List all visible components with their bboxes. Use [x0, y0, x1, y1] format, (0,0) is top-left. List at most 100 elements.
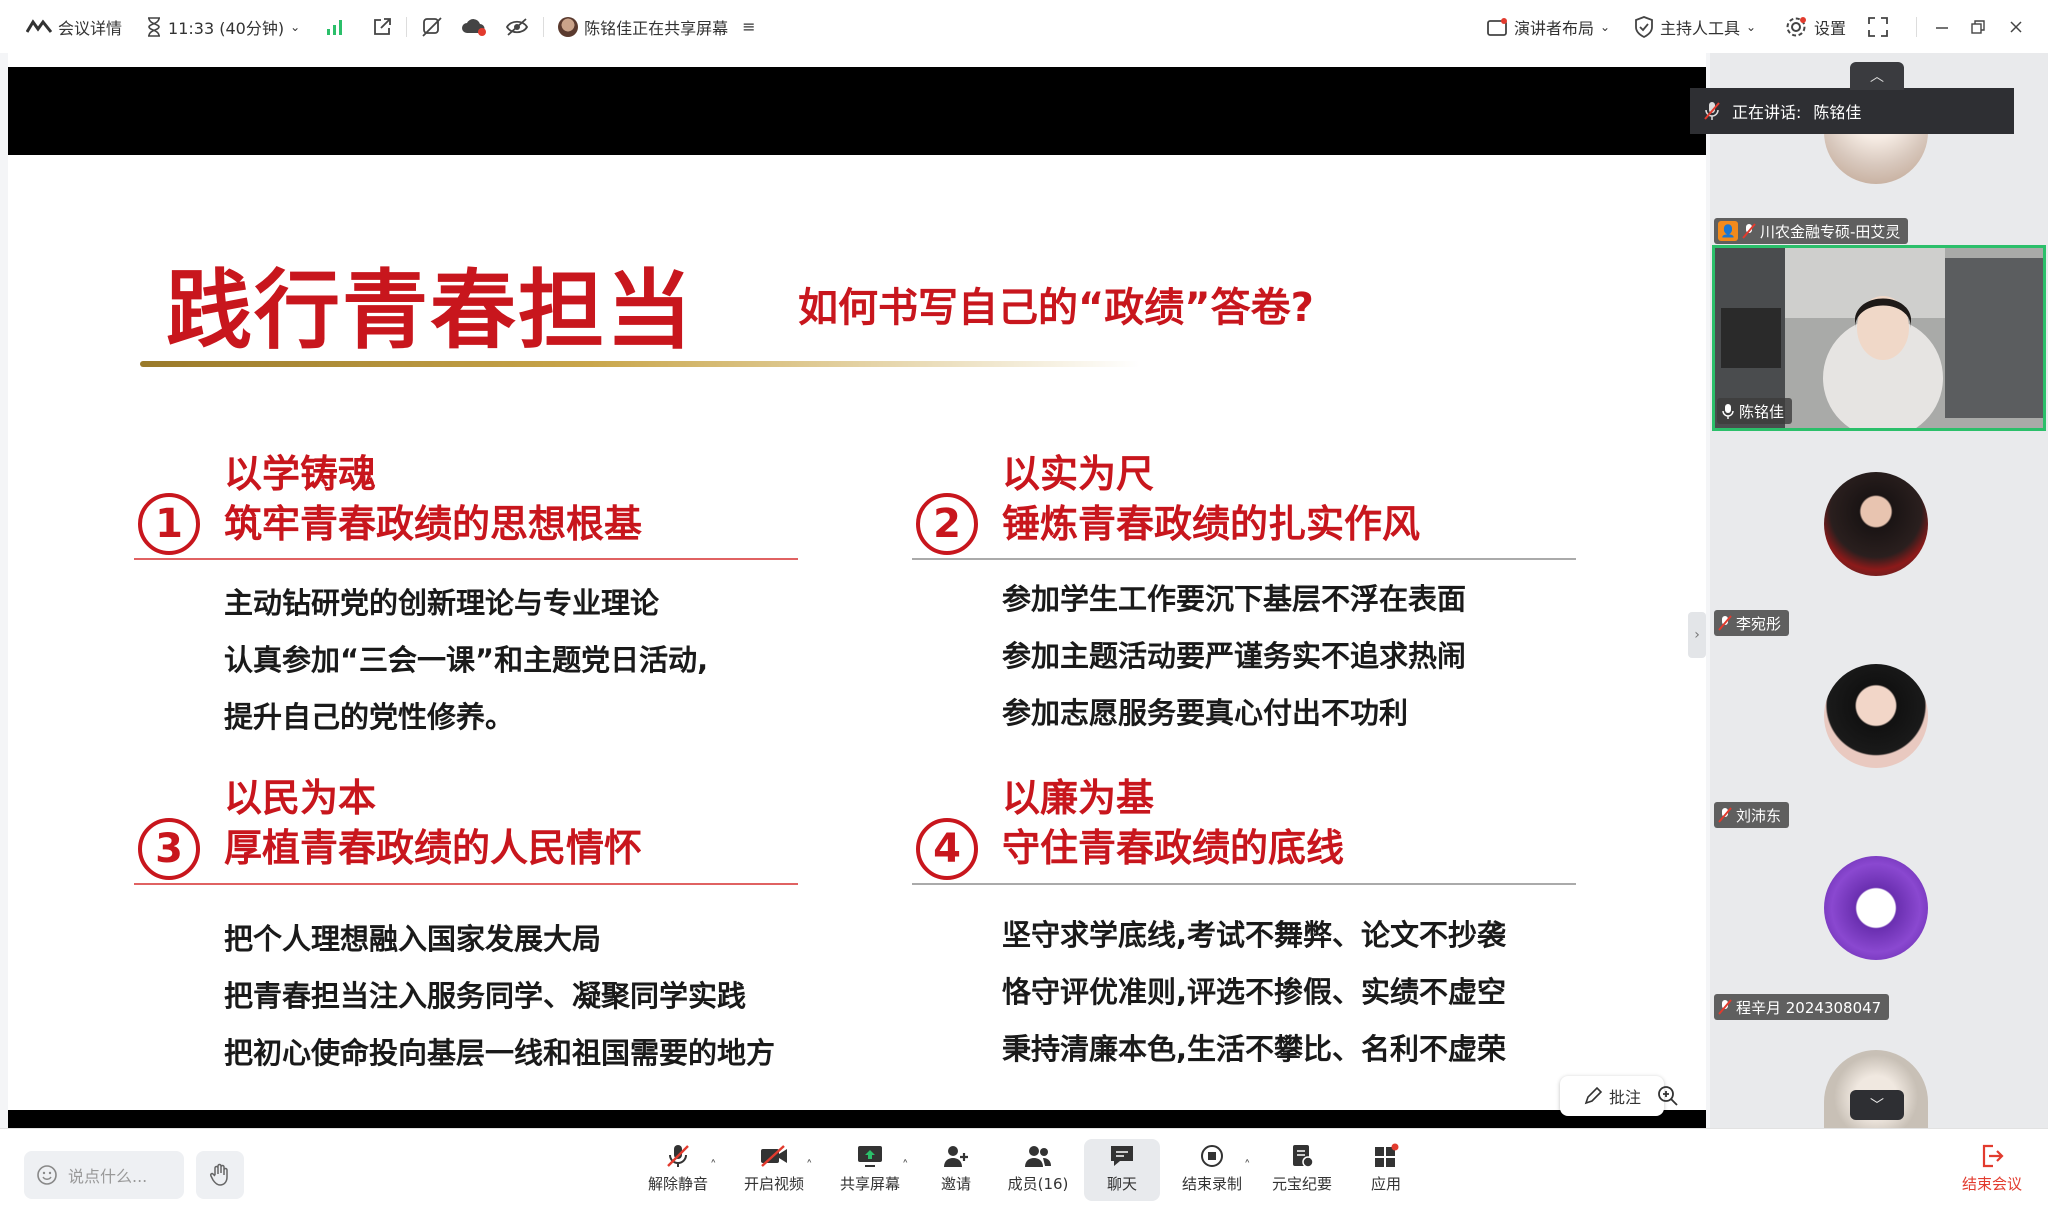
section-4-bullets: 坚守求学底线,考试不舞弊、论文不抄袭 恪守评优准则,评选不掺假、实绩不虚空 秉持…: [1002, 907, 1506, 1078]
section-1-rule: [134, 558, 798, 560]
invite-button[interactable]: 邀请: [916, 1139, 996, 1201]
chevron-down-icon: ⌄: [1600, 19, 1611, 34]
cloud-record-status[interactable]: [461, 17, 487, 37]
shield-icon: [1634, 15, 1654, 38]
tool-label: 开启视频: [743, 1175, 804, 1193]
section-2-bullets: 参加学生工作要沉下基层不浮在表面 参加主题活动要严谨务实不追求热闹 参加志愿服务…: [1002, 571, 1466, 742]
record-options-caret[interactable]: ˄: [1244, 1159, 1251, 1174]
participant-name: 川农金融专硕-田艾灵: [1760, 222, 1901, 241]
minimize-button[interactable]: [1934, 19, 1950, 35]
section-4-rule: [912, 883, 1576, 885]
menu-icon: ≡: [742, 17, 756, 36]
share-screen-button[interactable]: 共享屏幕: [830, 1139, 910, 1201]
section-2-number: 2: [916, 493, 978, 555]
quick-reply-input[interactable]: 说点什么...: [24, 1151, 184, 1199]
fullscreen-button[interactable]: [1868, 16, 1888, 37]
record-stop-icon: [1199, 1139, 1225, 1169]
bullet: 参加主题活动要严谨务实不追求热闹: [1002, 639, 1467, 673]
participant-nametag: 刘沛东: [1714, 802, 1790, 828]
chevron-down-icon: ﹀: [1870, 1098, 1884, 1114]
chevron-down-icon: ⌄: [290, 19, 301, 34]
annotate-button[interactable]: 批注: [1560, 1076, 1664, 1116]
cloud-recording-icon: [461, 17, 487, 37]
host-tools-label: 主持人工具: [1660, 18, 1741, 38]
sharing-status[interactable]: 陈铭佳正在共享屏幕 ≡: [558, 15, 756, 39]
stop-recording-button[interactable]: 结束录制: [1172, 1139, 1252, 1201]
slashed-mouse-icon: [421, 16, 443, 38]
bottom-toolbar: 说点什么... 解除静音 ˄ 开启视频 ˄ 共享屏幕 ˄ 邀请 成员(16) 聊…: [0, 1128, 2048, 1216]
collapse-sidebar-handle[interactable]: ›: [1688, 612, 1706, 658]
minimize-icon: [1934, 19, 1950, 35]
restore-icon: [1970, 19, 1986, 35]
bullet: 秉持清廉本色,生活不攀比、名利不虚荣: [1002, 1032, 1507, 1066]
speaking-label: 正在讲话:: [1732, 103, 1802, 122]
chevron-up-icon: ︿: [1870, 69, 1884, 85]
bullet: 参加学生工作要沉下基层不浮在表面: [1002, 582, 1467, 616]
section-4-heading1: 以廉为基: [1002, 776, 1155, 820]
meeting-timer[interactable]: 11:33 (40分钟) ⌄: [146, 15, 300, 39]
zoom-button[interactable]: [1650, 1076, 1686, 1116]
mic-muted-icon: [1718, 615, 1732, 631]
raise-hand-button[interactable]: [196, 1151, 244, 1199]
meeting-details-button[interactable]: 会议详情: [26, 15, 122, 39]
host-tools-button[interactable]: 主持人工具 ⌄: [1634, 15, 1756, 39]
quick-reply-placeholder: 说点什么...: [68, 1167, 148, 1186]
participant-nametag: 👤 川农金融专硕-田艾灵: [1714, 218, 1909, 244]
hand-icon: [209, 1163, 231, 1187]
ai-summary-button[interactable]: 元宝纪要: [1262, 1139, 1342, 1201]
presenter-layout-button[interactable]: 演讲者布局 ⌄: [1486, 15, 1610, 39]
bullet: 恪守评优准则,评选不掺假、实绩不虚空: [1002, 975, 1507, 1009]
participant-name: 程辛月 2024308047: [1736, 998, 1882, 1017]
mic-on-icon: [1721, 403, 1735, 419]
unmute-button[interactable]: 解除静音: [638, 1139, 718, 1201]
video-options-caret[interactable]: ˄: [806, 1159, 813, 1174]
chat-button[interactable]: 聊天: [1084, 1139, 1160, 1201]
restore-button[interactable]: [1970, 19, 1986, 35]
pop-out-button[interactable]: [372, 17, 392, 37]
letterbox-top: [8, 67, 1706, 155]
no-interrupt-button[interactable]: [421, 16, 443, 38]
video-button[interactable]: 开启视频: [734, 1139, 814, 1201]
participant-tile[interactable]: 刘沛东: [1712, 646, 2046, 832]
end-meeting-button[interactable]: 结束会议: [1952, 1139, 2032, 1201]
section-1-heading2: 筑牢青春政绩的思想根基: [224, 502, 643, 546]
scroll-up-button[interactable]: ︿: [1850, 62, 1904, 90]
bullet: 认真参加“三会一课”和主题党日活动,: [224, 643, 709, 677]
members-button[interactable]: 成员(16): [998, 1139, 1078, 1201]
network-signal-button[interactable]: [326, 19, 344, 35]
avatar: [1824, 472, 1928, 576]
apps-button[interactable]: 应用: [1346, 1139, 1426, 1201]
top-bar: 会议详情 11:33 (40分钟) ⌄ 陈铭佳正在共享屏幕 ≡ 演讲者布局 ⌄ …: [0, 0, 2048, 53]
video-off-icon: [759, 1139, 789, 1169]
chat-icon: [1108, 1139, 1136, 1169]
participant-tile[interactable]: 程辛月 2024308047: [1712, 838, 2046, 1024]
scroll-down-button[interactable]: ﹀: [1850, 1090, 1904, 1120]
fullscreen-icon: [1868, 16, 1888, 37]
participant-tile-active[interactable]: 陈铭佳: [1712, 245, 2046, 431]
section-4-number: 4: [916, 818, 978, 880]
avatar: [1824, 664, 1928, 768]
tool-label: 成员(16): [1007, 1175, 1069, 1193]
unmute-options-caret[interactable]: ˄: [710, 1159, 717, 1174]
chevron-down-icon: ⌄: [1746, 19, 1757, 34]
pen-icon: [1583, 1086, 1603, 1106]
speaking-indicator: 正在讲话: 陈铭佳: [1690, 88, 2014, 134]
section-1-bullets: 主动钻研党的创新理论与专业理论 认真参加“三会一课”和主题党日活动, 提升自己的…: [224, 575, 708, 746]
section-3-heading1: 以民为本: [224, 776, 377, 820]
add-user-icon: [942, 1139, 970, 1169]
share-options-caret[interactable]: ˄: [902, 1159, 909, 1174]
speaking-name: 陈铭佳: [1813, 103, 1862, 122]
close-button[interactable]: [2008, 19, 2024, 35]
mic-muted-icon: [1718, 807, 1732, 823]
hide-button[interactable]: [505, 17, 529, 37]
members-icon: [1023, 1139, 1053, 1169]
participant-tile[interactable]: 李宛彤: [1712, 454, 2046, 640]
slide-title: 践行青春担当: [166, 260, 694, 361]
settings-button[interactable]: 设置: [1784, 15, 1846, 39]
section-2-heading1: 以实为尺: [1002, 452, 1155, 496]
section-1-number: 1: [138, 493, 200, 555]
divider: [543, 16, 545, 37]
participant-name: 刘沛东: [1736, 806, 1782, 825]
chevron-right-icon: ›: [1694, 627, 1700, 643]
bullet: 提升自己的党性修养。: [224, 700, 515, 734]
